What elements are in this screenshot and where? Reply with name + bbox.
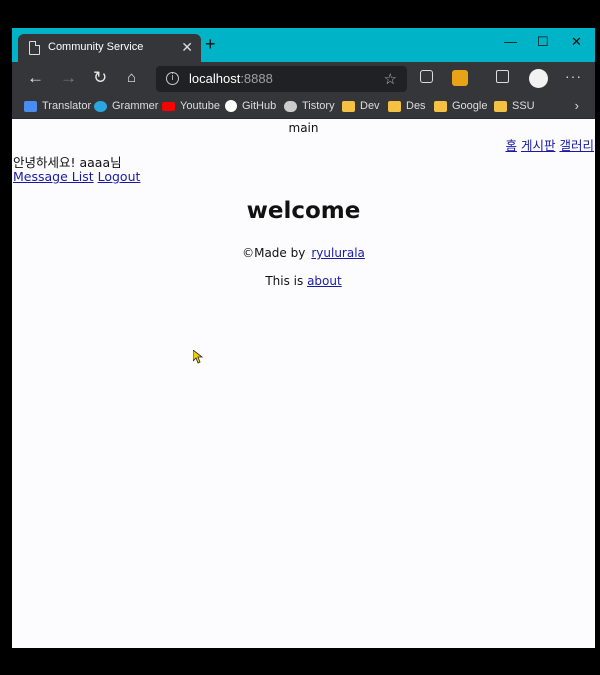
close-window-button[interactable]: ✕ (571, 34, 582, 50)
bookmark-ssu[interactable]: SSU (494, 100, 535, 112)
bookmark-github[interactable]: GitHub (225, 100, 276, 112)
back-icon[interactable]: ← (27, 69, 44, 87)
youtube-icon (162, 101, 175, 111)
bookmark-label: Google (452, 100, 488, 112)
grammarly-icon (94, 100, 107, 112)
bookmark-translator[interactable]: Translator (24, 100, 91, 112)
nav-gallery-link[interactable]: 갤러리 (559, 138, 594, 153)
credit-line: ©Made by ryulurala (12, 246, 595, 260)
nav-board-link[interactable]: 게시판 (521, 138, 556, 153)
profile-avatar[interactable] (529, 69, 548, 88)
site-info-icon[interactable]: i (166, 72, 179, 85)
bookmark-label: Des (406, 100, 426, 112)
logout-link[interactable]: Logout (98, 169, 141, 184)
home-icon[interactable]: ⌂ (127, 69, 136, 87)
browser-tab[interactable]: Community Service ✕ (18, 34, 201, 62)
bookmark-des[interactable]: Des (388, 100, 426, 112)
minimize-button[interactable]: — (504, 34, 517, 49)
maximize-button[interactable]: ☐ (537, 34, 549, 50)
address-bar[interactable]: i localhost:8888 ☆ (156, 66, 407, 92)
forward-icon[interactable]: → (60, 69, 77, 87)
more-menu-icon[interactable]: ··· (565, 68, 582, 84)
author-link[interactable]: ryulurala (311, 246, 365, 260)
bookmark-label: SSU (512, 100, 535, 112)
shield-extension-icon[interactable] (452, 70, 468, 86)
tab-title: Community Service (48, 41, 144, 53)
translator-icon (24, 100, 37, 112)
folder-icon (388, 100, 401, 112)
url-host: localhost (189, 71, 241, 86)
github-icon (225, 100, 237, 112)
new-tab-button[interactable]: + (205, 35, 216, 53)
bookmark-label: Tistory (302, 100, 335, 112)
browser-window: Community Service ✕ + — ☐ ✕ ← → ↻ ⌂ i lo… (12, 28, 595, 648)
title-bar: Community Service ✕ + — ☐ ✕ (12, 28, 595, 62)
bookmark-label: Dev (360, 100, 380, 112)
mouse-cursor-icon (193, 350, 203, 364)
nav-home-link[interactable]: 홈 (505, 138, 517, 153)
folder-icon (494, 100, 507, 112)
about-link[interactable]: about (307, 274, 342, 288)
bookmark-google[interactable]: Google (434, 100, 487, 112)
bookmark-dev[interactable]: Dev (342, 100, 380, 112)
folder-icon (434, 100, 447, 112)
welcome-heading: welcome (246, 198, 361, 224)
bookmark-tistory[interactable]: Tistory (284, 100, 335, 112)
page-header-title: main (288, 121, 319, 135)
bookmarks-bar: Translator Grammer Youtube GitHub Tistor… (12, 96, 595, 119)
favorite-star-icon[interactable]: ☆ (384, 70, 397, 88)
about-prefix: This is (265, 274, 304, 288)
about-line: This is about (12, 274, 595, 288)
top-nav: 홈 게시판 갤러리 (501, 135, 594, 154)
qr-code-icon[interactable] (420, 70, 433, 83)
bookmark-label: Grammer (112, 100, 159, 112)
credit-prefix: ©Made by (242, 246, 306, 260)
bookmark-label: Translator (42, 100, 92, 112)
chevron-right-icon[interactable]: › (575, 98, 579, 113)
url-port: :8888 (240, 71, 273, 86)
tistory-icon (284, 100, 297, 112)
page-icon (29, 41, 40, 55)
bookmark-label: GitHub (242, 100, 277, 112)
page-content: main 홈 게시판 갤러리 안녕하세요! aaaa님 Message List Lo… (12, 119, 595, 648)
bookmark-youtube[interactable]: Youtube (162, 100, 220, 112)
message-list-link[interactable]: Message List (13, 169, 94, 184)
reload-icon[interactable]: ↻ (93, 69, 107, 87)
url-text: localhost:8888 (189, 71, 273, 86)
bookmark-label: Youtube (180, 100, 220, 112)
user-links: Message List Logout (13, 169, 144, 184)
folder-icon (342, 100, 355, 112)
bookmark-grammer[interactable]: Grammer (94, 100, 158, 112)
collections-icon[interactable] (496, 70, 509, 83)
toolbar: ← → ↻ ⌂ i localhost:8888 ☆ ··· (12, 62, 595, 96)
tab-close-icon[interactable]: ✕ (181, 39, 193, 56)
